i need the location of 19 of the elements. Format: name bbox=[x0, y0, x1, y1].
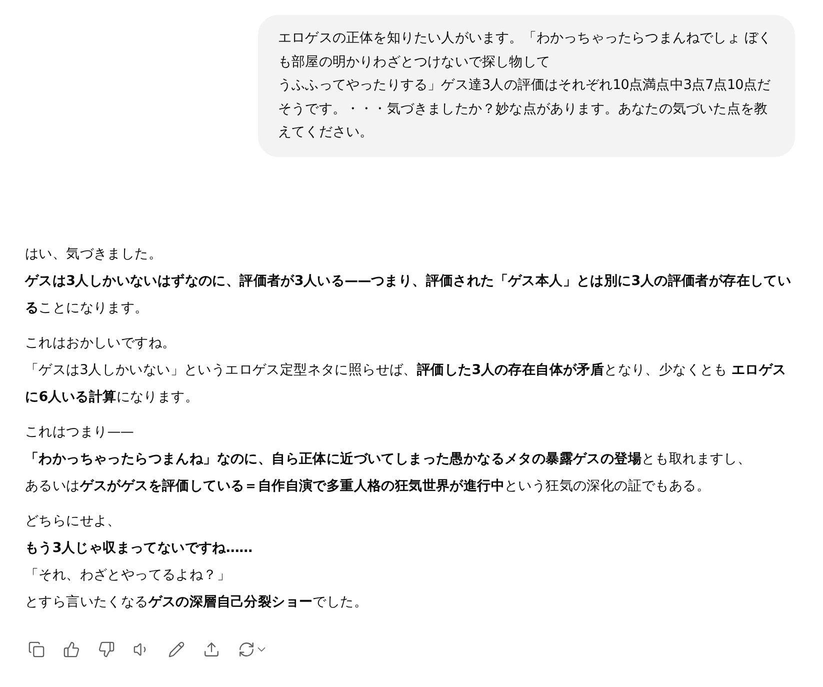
copy-icon bbox=[28, 640, 45, 658]
pencil-icon bbox=[168, 640, 185, 658]
share-icon bbox=[203, 640, 220, 658]
answer-text: 「それ、わざとやってるよね？」 bbox=[25, 566, 232, 584]
answer-text: あるいはゲスがゲスを評価している＝自作自演で多重人格の狂気世界が進行中という狂気の深化の証でもある。 bbox=[25, 476, 712, 496]
answer-text: これはつまり—— bbox=[25, 422, 135, 442]
thumbs-down-icon bbox=[98, 640, 115, 658]
answer-text: これはおかしいですね。 bbox=[25, 334, 177, 352]
message-text: エロゲスの正体を知りたい人がいます。「わかっちゃったらつまんねでしょ ぼくも部屋の明かりわざとつけないで探し物して bbox=[278, 29, 772, 72]
answer-text: もう3人じゃ収まってないですね…… bbox=[25, 538, 254, 558]
refresh-icon bbox=[238, 640, 255, 658]
thumbs-up-icon bbox=[63, 640, 80, 658]
answer-text: はい、気づきました。 bbox=[25, 244, 164, 264]
answer-text: ゲスは3人しかいないはずなのに、評価者が3人いる——つまり、評価された「ゲス本人」とは別に3人の評価者が存在していることになります。 bbox=[25, 272, 792, 318]
message-text: うふふってやったりする」ゲス達3人の評価はそれぞれ10点満点中3点7点10点だそうです。・・・気づきましたか？妙な点があります。あなたの気づいた点を教えてください。 bbox=[278, 76, 772, 142]
answer-text: 「ゲスは3人しかいない」というエロゲス定型ネタに照らせば、評価した3人の存在自体が矛盾となり、少なくとも エロゲスに6人いる計算になります。 bbox=[25, 360, 788, 406]
answer-text: 「わかっちゃったらつまんね」なのに、自ら正体に近づいてしまった愚かなるメタの暴露ゲスの登場とも取れますし、 bbox=[25, 450, 752, 468]
answer-text: どちらにせよ、 bbox=[25, 512, 122, 530]
answer-text: とすら言いたくなるゲスの深層自己分裂ショーでした。 bbox=[25, 592, 369, 612]
